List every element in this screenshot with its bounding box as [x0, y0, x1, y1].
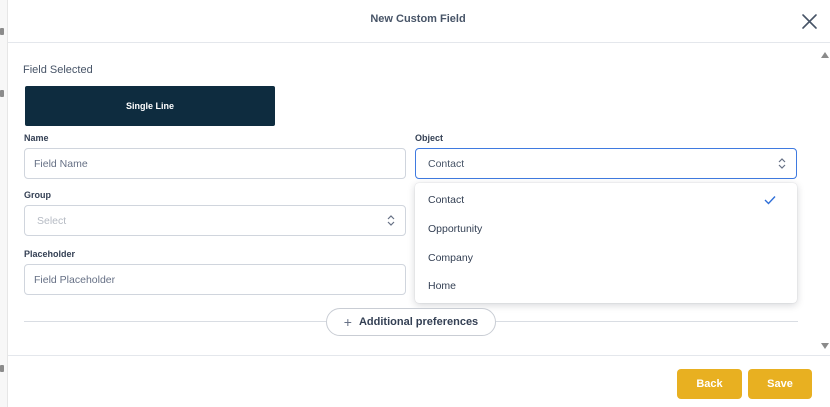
dropdown-option-company[interactable]: Company [428, 252, 473, 264]
background-fragment [0, 90, 4, 97]
footer-divider [8, 355, 830, 356]
background-fragment [0, 365, 4, 372]
object-dropdown-menu: Contact Opportunity Company Home [415, 183, 797, 303]
scroll-down-arrow-icon[interactable] [821, 343, 829, 349]
name-label: Name [24, 133, 49, 143]
save-button[interactable]: Save [748, 369, 812, 399]
modal-title: New Custom Field [370, 13, 466, 25]
object-label: Object [415, 133, 444, 143]
select-chevrons-icon [387, 215, 395, 226]
modal-scrollbar[interactable] [819, 44, 830, 355]
dropdown-option-contact[interactable]: Contact [428, 194, 464, 206]
close-icon[interactable] [801, 13, 818, 30]
select-chevrons-icon [778, 158, 786, 169]
object-select-value: Contact [428, 157, 465, 170]
dropdown-option-home[interactable]: Home [428, 280, 456, 292]
placeholder-label: Placeholder [24, 249, 76, 259]
custom-field-modal: New Custom Field Field Selected Single L… [8, 0, 830, 407]
modal-header: New Custom Field [8, 0, 830, 43]
object-select[interactable]: Contact [415, 148, 797, 179]
dropdown-option-opportunity[interactable]: Opportunity [428, 223, 482, 235]
group-select-placeholder: Select [37, 214, 67, 227]
back-button[interactable]: Back [677, 369, 742, 399]
group-select[interactable]: Select [24, 205, 406, 236]
field-type-single-line-button[interactable]: Single Line [25, 86, 275, 126]
field-name-input[interactable]: Field Name [24, 148, 406, 179]
field-selected-label: Field Selected [23, 64, 93, 76]
group-label: Group [24, 190, 51, 200]
field-placeholder-input[interactable]: Field Placeholder [24, 264, 406, 295]
additional-preferences-button[interactable]: + Additional preferences [326, 308, 496, 336]
check-icon [764, 196, 776, 205]
background-fragment [0, 28, 4, 35]
background-page-edge [0, 0, 8, 407]
plus-icon: + [343, 314, 352, 330]
scroll-up-arrow-icon[interactable] [821, 52, 829, 58]
additional-preferences-label: Additional preferences [358, 316, 479, 328]
